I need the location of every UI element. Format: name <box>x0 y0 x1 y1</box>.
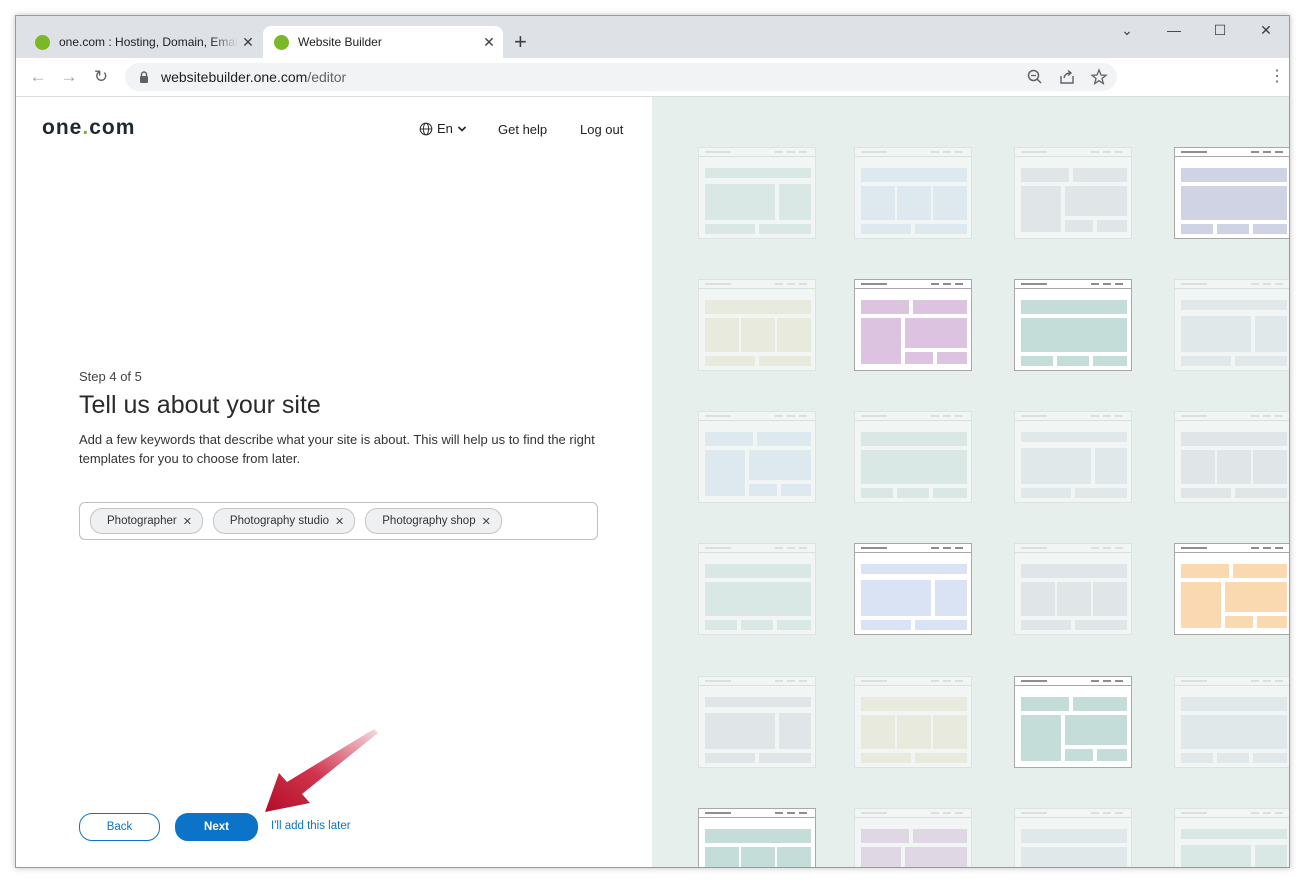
remove-keyword-icon[interactable]: ✕ <box>335 515 344 528</box>
template-thumbnail <box>854 411 972 503</box>
tab-strip: one.com : Hosting, Domain, Email ✕ Websi… <box>16 16 1289 58</box>
template-thumbnail <box>854 808 972 867</box>
template-thumbnail <box>698 676 816 768</box>
step-indicator: Step 4 of 5 <box>79 369 142 384</box>
template-thumbnail <box>1014 808 1132 867</box>
remove-keyword-icon[interactable]: ✕ <box>183 515 192 528</box>
language-selector[interactable]: En <box>419 121 467 136</box>
template-thumbnail <box>698 279 816 371</box>
template-thumbnail <box>854 279 972 371</box>
get-help-link[interactable]: Get help <box>498 122 547 137</box>
template-thumbnail <box>1014 411 1132 503</box>
zoom-icon[interactable] <box>1026 68 1044 86</box>
onecom-favicon-icon <box>274 34 289 50</box>
template-thumbnail <box>698 543 816 635</box>
address-bar[interactable]: websitebuilder.one.com/editor <box>125 63 1117 91</box>
template-thumbnail <box>698 411 816 503</box>
annotation-arrow-icon <box>265 729 378 812</box>
keyword-chip[interactable]: Photography shop ✕ <box>365 508 502 534</box>
chevron-down-icon <box>457 125 466 132</box>
browser-window: one.com : Hosting, Domain, Email ✕ Websi… <box>15 15 1290 868</box>
share-icon[interactable] <box>1058 68 1076 86</box>
template-thumbnail <box>698 147 816 239</box>
tab-title: one.com : Hosting, Domain, Email <box>59 35 238 49</box>
template-thumbnail <box>1174 147 1289 239</box>
url-text: websitebuilder.one.com/editor <box>161 69 347 85</box>
tab-onecom[interactable]: one.com : Hosting, Domain, Email ✕ <box>24 26 262 58</box>
onecom-logo[interactable]: one.com <box>42 116 135 140</box>
keywords-input[interactable]: Photographer ✕ Photography studio ✕ Phot… <box>79 502 598 540</box>
template-thumbnail <box>1174 676 1289 768</box>
tab-title: Website Builder <box>298 35 382 49</box>
template-thumbnail <box>1174 808 1289 867</box>
reload-icon[interactable]: ↻ <box>91 67 111 87</box>
tab-close-icon[interactable]: ✕ <box>479 34 499 51</box>
template-thumbnail <box>1174 279 1289 371</box>
template-thumbnail <box>1014 543 1132 635</box>
onecom-favicon-icon <box>35 34 50 50</box>
remove-keyword-icon[interactable]: ✕ <box>482 515 491 528</box>
page-content: one.com En Get help Log out Step 4 of 5 … <box>16 97 1289 867</box>
template-thumbnail <box>1014 676 1132 768</box>
lock-icon[interactable] <box>137 70 151 84</box>
template-thumbnail <box>1014 279 1132 371</box>
keyword-label: Photography studio <box>229 515 330 527</box>
template-preview-panel <box>652 97 1289 867</box>
template-thumbnail <box>1014 147 1132 239</box>
template-thumbnail <box>854 543 972 635</box>
page-description: Add a few keywords that describe what yo… <box>79 432 595 466</box>
wizard-panel: one.com En Get help Log out Step 4 of 5 … <box>16 97 652 867</box>
forward-arrow-icon[interactable]: → <box>59 67 79 87</box>
new-tab-button[interactable]: + <box>514 30 527 54</box>
template-thumbnail <box>1174 543 1289 635</box>
browser-toolbar: ← → ↻ websitebuilder.one.com/editor ⋮ <box>16 58 1289 97</box>
template-thumbnail <box>698 808 816 867</box>
template-thumbnail <box>854 147 972 239</box>
browser-menu-icon[interactable]: ⋮ <box>1269 68 1285 86</box>
page-title: Tell us about your site <box>79 391 321 419</box>
back-button[interactable]: Back <box>79 813 160 841</box>
language-label: En <box>437 121 453 136</box>
tab-close-icon[interactable]: ✕ <box>238 34 258 51</box>
close-window-button[interactable]: ✕ <box>1256 22 1276 39</box>
keyword-chip[interactable]: Photography studio ✕ <box>212 508 356 534</box>
minimize-button[interactable]: — <box>1164 22 1184 38</box>
log-out-link[interactable]: Log out <box>580 122 623 137</box>
tab-website-builder[interactable]: Website Builder ✕ <box>263 26 503 58</box>
template-thumbnail <box>1174 411 1289 503</box>
keyword-label: Photography shop <box>382 515 476 527</box>
keyword-label: Photographer <box>107 515 177 527</box>
tab-search-chevron-icon[interactable]: ⌄ <box>1117 22 1137 39</box>
back-arrow-icon[interactable]: ← <box>28 67 48 87</box>
maximize-button[interactable]: ☐ <box>1210 22 1230 39</box>
add-later-link[interactable]: I'll add this later <box>271 820 351 832</box>
globe-icon <box>419 122 433 135</box>
template-thumbnail <box>854 676 972 768</box>
keyword-chip[interactable]: Photographer ✕ <box>90 508 203 534</box>
bookmark-star-icon[interactable] <box>1090 68 1108 86</box>
